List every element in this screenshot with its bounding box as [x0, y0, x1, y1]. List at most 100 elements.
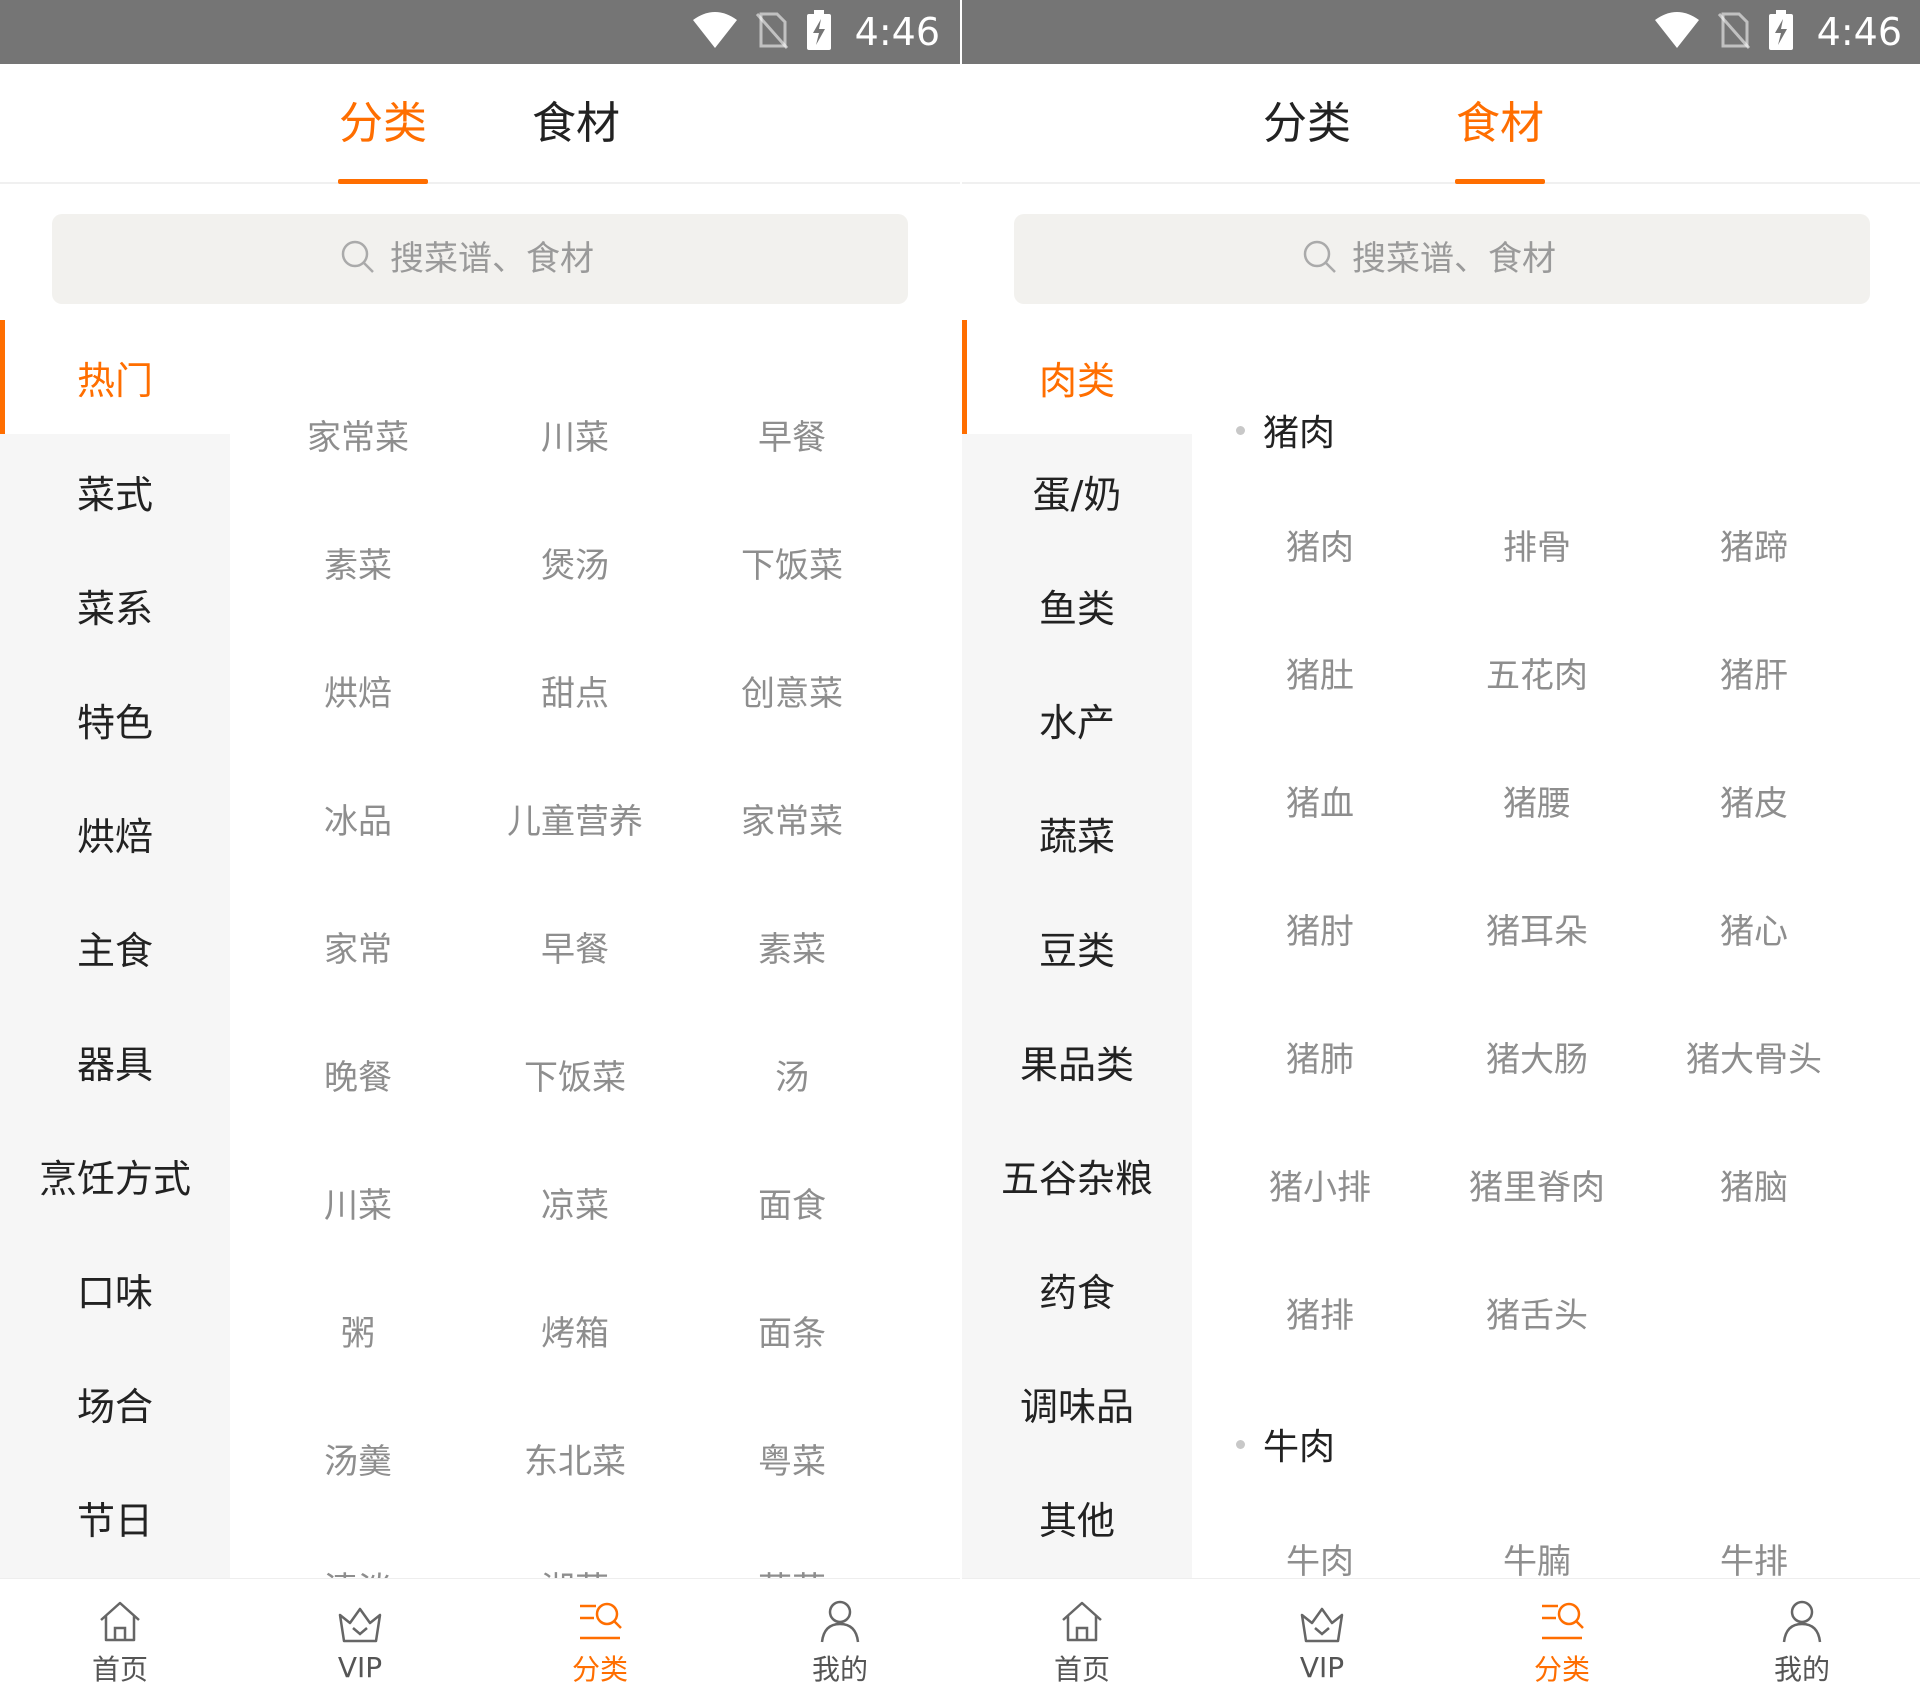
grid-item[interactable]: 排骨	[1427, 520, 1647, 569]
grid-item[interactable]: 冰品	[248, 794, 468, 843]
grid-item[interactable]: 煲汤	[465, 538, 685, 587]
status-bar: 4:46	[962, 0, 1920, 64]
sidebar-item-staple[interactable]: 主食	[0, 890, 230, 1004]
nav-label: 我的	[811, 1652, 868, 1686]
tab-category[interactable]: 分类	[313, 64, 453, 184]
grid-item[interactable]: 烤箱	[465, 1306, 685, 1355]
sidebar-item-label: 豆类	[1038, 928, 1115, 973]
grid-item[interactable]: 下饭菜	[682, 538, 902, 587]
sidebar-item-seasoning[interactable]: 调味品	[962, 1346, 1192, 1460]
grid-item[interactable]: 儿童营养	[465, 794, 685, 843]
sidebar-item-baking[interactable]: 烘焙	[0, 776, 230, 890]
grid-item[interactable]: 创意菜	[682, 666, 902, 715]
grid-item[interactable]: 猪大骨头	[1644, 1032, 1864, 1081]
grid-item[interactable]: 家常菜	[682, 794, 902, 843]
grid-item[interactable]: 早餐	[682, 410, 902, 459]
search-bar[interactable]	[1014, 214, 1870, 304]
grid-item[interactable]: 猪耳朵	[1427, 904, 1647, 953]
search-input[interactable]	[1352, 239, 1582, 279]
grid-item[interactable]: 猪脑	[1644, 1160, 1864, 1209]
grid-item[interactable]: 猪皮	[1644, 776, 1864, 825]
grid-item[interactable]: 五花肉	[1427, 648, 1647, 697]
grid-item[interactable]: 猪大肠	[1427, 1032, 1647, 1081]
grid-item[interactable]: 早餐	[465, 922, 685, 971]
nav-vip[interactable]: VIP	[1202, 1579, 1442, 1706]
grid-item[interactable]: 猪心	[1644, 904, 1864, 953]
grid-item[interactable]: 晚餐	[248, 1050, 468, 1099]
grid-item[interactable]: 猪排	[1210, 1288, 1430, 1337]
grid-item[interactable]: 湘菜	[465, 1562, 685, 1578]
sidebar-item-meat[interactable]: 肉类	[962, 320, 1192, 434]
sidebar-item-label: 其他	[1038, 1498, 1115, 1543]
grid-item[interactable]: 东北菜	[465, 1434, 685, 1483]
sidebar-item-fish[interactable]: 鱼类	[962, 548, 1192, 662]
grid-item[interactable]: 烘焙	[248, 666, 468, 715]
sidebar-item-occasion[interactable]: 场合	[0, 1346, 230, 1460]
grid-item[interactable]: 汤	[682, 1050, 902, 1099]
grid-item[interactable]: 素菜	[248, 538, 468, 587]
nav-category[interactable]: 分类	[480, 1579, 720, 1706]
sidebar-item-fruits[interactable]: 果品类	[962, 1004, 1192, 1118]
sidebar-item-utensils[interactable]: 器具	[0, 1004, 230, 1118]
tab-ingredients[interactable]: 食材	[1430, 64, 1570, 184]
grid-item[interactable]: 猪血	[1210, 776, 1430, 825]
sidebar-item-festival[interactable]: 节日	[0, 1460, 230, 1574]
sidebar-item-hot[interactable]: 热门	[0, 320, 230, 434]
search-input[interactable]	[390, 239, 620, 279]
nav-category[interactable]: 分类	[1442, 1579, 1682, 1706]
grid-item[interactable]: 粥	[248, 1306, 468, 1355]
grid-item[interactable]: 猪舌头	[1427, 1288, 1647, 1337]
grid-item[interactable]: 川菜	[465, 410, 685, 459]
grid-item[interactable]: 蔬菜	[682, 1562, 902, 1578]
sidebar-item-label: 蔬菜	[1038, 814, 1115, 859]
grid-item[interactable]: 猪肚	[1210, 648, 1430, 697]
grid-item[interactable]: 粤菜	[682, 1434, 902, 1483]
nav-home[interactable]: 首页	[0, 1579, 240, 1706]
grid-item[interactable]: 家常菜	[248, 410, 468, 459]
grid-item[interactable]: 猪肺	[1210, 1032, 1430, 1081]
grid-item[interactable]: 猪小排	[1210, 1160, 1430, 1209]
grid-item[interactable]: 素菜	[682, 922, 902, 971]
search-bar[interactable]	[52, 214, 908, 304]
sidebar-item-beans[interactable]: 豆类	[962, 890, 1192, 1004]
grid-item[interactable]: 牛腩	[1427, 1534, 1647, 1578]
grid-item[interactable]: 凉菜	[465, 1178, 685, 1227]
grid-item[interactable]: 汤羹	[248, 1434, 468, 1483]
grid-item[interactable]: 猪里脊肉	[1427, 1160, 1647, 1209]
phone-category: 4:46 分类 食材 热门 菜式 菜系 特色 烘焙	[0, 0, 960, 1706]
grid-item[interactable]: 猪蹄	[1644, 520, 1864, 569]
grid-item[interactable]: 猪腰	[1427, 776, 1647, 825]
sidebar-item-other[interactable]: 其他	[962, 1460, 1192, 1574]
nav-me[interactable]: 我的	[720, 1579, 960, 1706]
grid-item[interactable]: 下饭菜	[465, 1050, 685, 1099]
tab-category[interactable]: 分类	[1237, 64, 1377, 184]
nav-vip[interactable]: VIP	[240, 1579, 480, 1706]
sidebar-item-vegetables[interactable]: 蔬菜	[962, 776, 1192, 890]
sidebar-item-seafood[interactable]: 水产	[962, 662, 1192, 776]
sidebar-item-special[interactable]: 特色	[0, 662, 230, 776]
grid-item[interactable]: 牛肉	[1210, 1534, 1430, 1578]
tab-ingredients[interactable]: 食材	[506, 64, 646, 184]
grid-item[interactable]: 猪肉	[1210, 520, 1430, 569]
grid-item[interactable]: 面条	[682, 1306, 902, 1355]
nav-home[interactable]: 首页	[962, 1579, 1202, 1706]
grid-item[interactable]: 家常	[248, 922, 468, 971]
sidebar-item-egg-milk[interactable]: 蛋/奶	[962, 434, 1192, 548]
sidebar-item-taste[interactable]: 口味	[0, 1232, 230, 1346]
grid-item[interactable]: 猪肘	[1210, 904, 1430, 953]
grid-item[interactable]: 川菜	[248, 1178, 468, 1227]
sidebar-item-medicinal[interactable]: 药食	[962, 1232, 1192, 1346]
grid-item[interactable]: 面食	[682, 1178, 902, 1227]
sidebar-item-dish-style[interactable]: 菜式	[0, 434, 230, 548]
sidebar-item-cooking-method[interactable]: 烹饪方式	[0, 1118, 230, 1232]
user-icon	[1778, 1598, 1826, 1644]
tab-label: 分类	[339, 98, 427, 149]
grid-item[interactable]: 牛排	[1644, 1534, 1864, 1578]
sidebar-item-cuisine[interactable]: 菜系	[0, 548, 230, 662]
grid-item[interactable]: 甜点	[465, 666, 685, 715]
sidebar-item-grains[interactable]: 五谷杂粮	[962, 1118, 1192, 1232]
grid-item[interactable]: 猪肝	[1644, 648, 1864, 697]
nav-me[interactable]: 我的	[1682, 1579, 1920, 1706]
sidebar: 热门 菜式 菜系 特色 烘焙 主食 器具 烹饪方式 口味 场合 节日	[0, 320, 230, 1578]
grid-item[interactable]: 清淡	[248, 1562, 468, 1578]
